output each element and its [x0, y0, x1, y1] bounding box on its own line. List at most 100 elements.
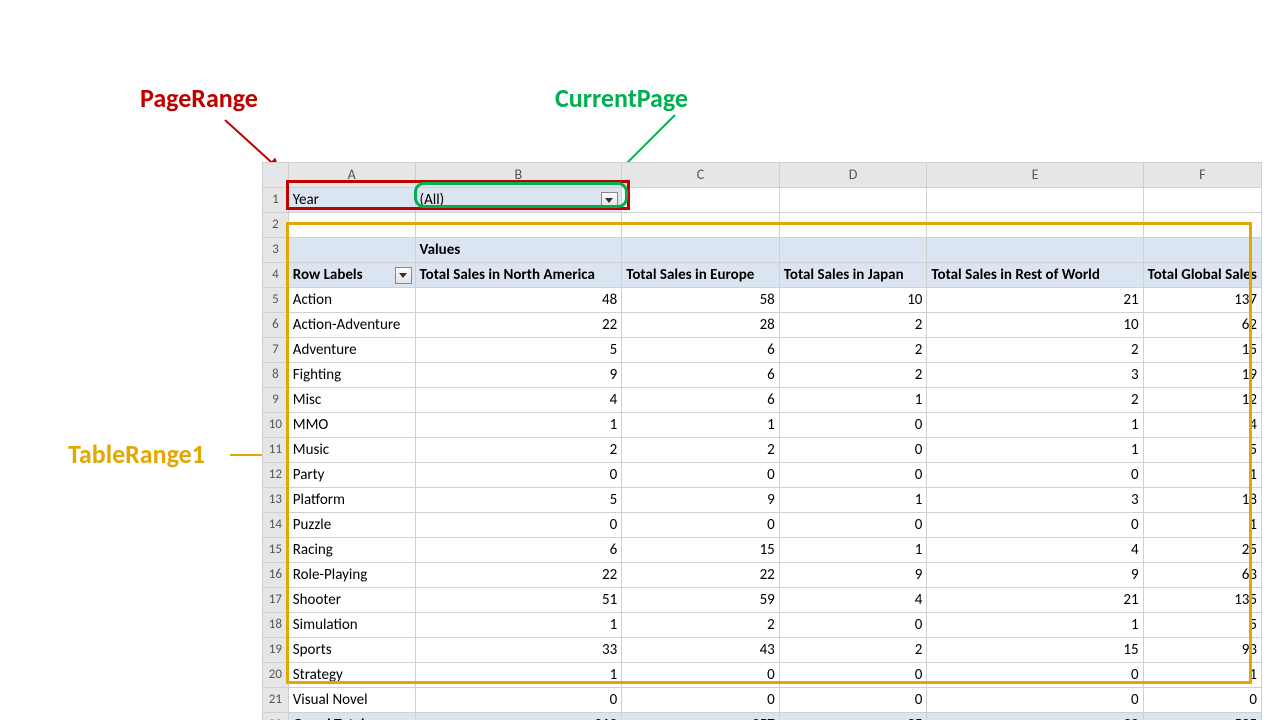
val-row[interactable]: 9 — [927, 563, 1143, 588]
val-jp[interactable]: 10 — [779, 288, 927, 313]
row-header[interactable]: 14 — [263, 513, 289, 538]
row-header-2[interactable]: 2 — [263, 213, 289, 238]
val-global[interactable]: 93 — [1143, 638, 1261, 663]
col-header-E[interactable]: E — [927, 163, 1143, 188]
val-jp[interactable]: 9 — [779, 563, 927, 588]
val-eu[interactable]: 15 — [622, 538, 780, 563]
row-header[interactable]: 21 — [263, 688, 289, 713]
val-row[interactable]: 2 — [927, 388, 1143, 413]
val-global[interactable]: 5 — [1143, 613, 1261, 638]
val-jp[interactable]: 1 — [779, 538, 927, 563]
cell[interactable] — [779, 188, 927, 213]
val-global[interactable]: 15 — [1143, 338, 1261, 363]
row-label[interactable]: Action-Adventure — [288, 313, 415, 338]
grand-total-label[interactable]: Grand Total — [288, 713, 415, 720]
row-header-1[interactable]: 1 — [263, 188, 289, 213]
val-na[interactable]: 0 — [415, 463, 622, 488]
cell[interactable] — [927, 188, 1143, 213]
val-row[interactable]: 0 — [927, 513, 1143, 538]
pivot-values-label[interactable]: Values — [415, 238, 622, 263]
val-na[interactable]: 22 — [415, 563, 622, 588]
val-eu[interactable]: 1 — [622, 413, 780, 438]
val-global[interactable]: 1 — [1143, 463, 1261, 488]
row-header[interactable]: 17 — [263, 588, 289, 613]
val-jp[interactable]: 2 — [779, 363, 927, 388]
val-jp[interactable]: 0 — [779, 513, 927, 538]
val-eu[interactable]: 0 — [622, 663, 780, 688]
row-label[interactable]: Strategy — [288, 663, 415, 688]
row-label[interactable]: Visual Novel — [288, 688, 415, 713]
grand-total-eu[interactable]: 257 — [622, 713, 780, 720]
pivot-col-global[interactable]: Total Global Sales — [1143, 263, 1261, 288]
val-global[interactable]: 19 — [1143, 363, 1261, 388]
val-row[interactable]: 1 — [927, 438, 1143, 463]
val-na[interactable]: 0 — [415, 688, 622, 713]
val-na[interactable]: 5 — [415, 338, 622, 363]
row-label[interactable]: Fighting — [288, 363, 415, 388]
row-header[interactable]: 15 — [263, 538, 289, 563]
val-na[interactable]: 0 — [415, 513, 622, 538]
val-global[interactable]: 1 — [1143, 513, 1261, 538]
row-header[interactable]: 8 — [263, 363, 289, 388]
val-row[interactable]: 21 — [927, 288, 1143, 313]
val-na[interactable]: 51 — [415, 588, 622, 613]
cell[interactable] — [1143, 238, 1261, 263]
val-global[interactable]: 25 — [1143, 538, 1261, 563]
row-label[interactable]: MMO — [288, 413, 415, 438]
val-na[interactable]: 33 — [415, 638, 622, 663]
val-eu[interactable]: 22 — [622, 563, 780, 588]
row-header[interactable]: 5 — [263, 288, 289, 313]
row-label[interactable]: Party — [288, 463, 415, 488]
val-eu[interactable]: 0 — [622, 513, 780, 538]
grand-total-row[interactable]: 92 — [927, 713, 1143, 720]
row-label[interactable]: Puzzle — [288, 513, 415, 538]
val-na[interactable]: 6 — [415, 538, 622, 563]
val-global[interactable]: 137 — [1143, 288, 1261, 313]
row-label[interactable]: Music — [288, 438, 415, 463]
pivot-col-eu[interactable]: Total Sales in Europe — [622, 263, 780, 288]
val-eu[interactable]: 0 — [622, 688, 780, 713]
row-label[interactable]: Adventure — [288, 338, 415, 363]
val-na[interactable]: 2 — [415, 438, 622, 463]
cell[interactable] — [779, 238, 927, 263]
grand-total-global[interactable]: 595 — [1143, 713, 1261, 720]
val-global[interactable]: 5 — [1143, 438, 1261, 463]
row-header-4[interactable]: 4 — [263, 263, 289, 288]
val-jp[interactable]: 0 — [779, 438, 927, 463]
row-label[interactable]: Racing — [288, 538, 415, 563]
cell[interactable] — [622, 238, 780, 263]
row-header[interactable]: 12 — [263, 463, 289, 488]
val-row[interactable]: 0 — [927, 663, 1143, 688]
row-header[interactable]: 13 — [263, 488, 289, 513]
val-eu[interactable]: 28 — [622, 313, 780, 338]
val-row[interactable]: 0 — [927, 463, 1143, 488]
val-eu[interactable]: 0 — [622, 463, 780, 488]
row-label[interactable]: Platform — [288, 488, 415, 513]
grand-total-na[interactable]: 212 — [415, 713, 622, 720]
row-label[interactable]: Role-Playing — [288, 563, 415, 588]
row-header[interactable]: 6 — [263, 313, 289, 338]
col-header-F[interactable]: F — [1143, 163, 1261, 188]
row-header[interactable]: 18 — [263, 613, 289, 638]
cell[interactable] — [779, 213, 927, 238]
val-jp[interactable]: 2 — [779, 313, 927, 338]
val-eu[interactable]: 6 — [622, 338, 780, 363]
val-global[interactable]: 4 — [1143, 413, 1261, 438]
pivot-filter-field[interactable]: Year — [288, 188, 415, 213]
row-header[interactable]: 9 — [263, 388, 289, 413]
row-header[interactable]: 7 — [263, 338, 289, 363]
grand-total-jp[interactable]: 35 — [779, 713, 927, 720]
val-na[interactable]: 5 — [415, 488, 622, 513]
val-eu[interactable]: 2 — [622, 438, 780, 463]
val-na[interactable]: 4 — [415, 388, 622, 413]
val-row[interactable]: 3 — [927, 488, 1143, 513]
cell[interactable] — [415, 213, 622, 238]
val-eu[interactable]: 43 — [622, 638, 780, 663]
val-na[interactable]: 9 — [415, 363, 622, 388]
row-label[interactable]: Sports — [288, 638, 415, 663]
col-header-A[interactable]: A — [288, 163, 415, 188]
val-jp[interactable]: 1 — [779, 388, 927, 413]
row-header[interactable]: 11 — [263, 438, 289, 463]
row-header[interactable]: 16 — [263, 563, 289, 588]
val-na[interactable]: 48 — [415, 288, 622, 313]
